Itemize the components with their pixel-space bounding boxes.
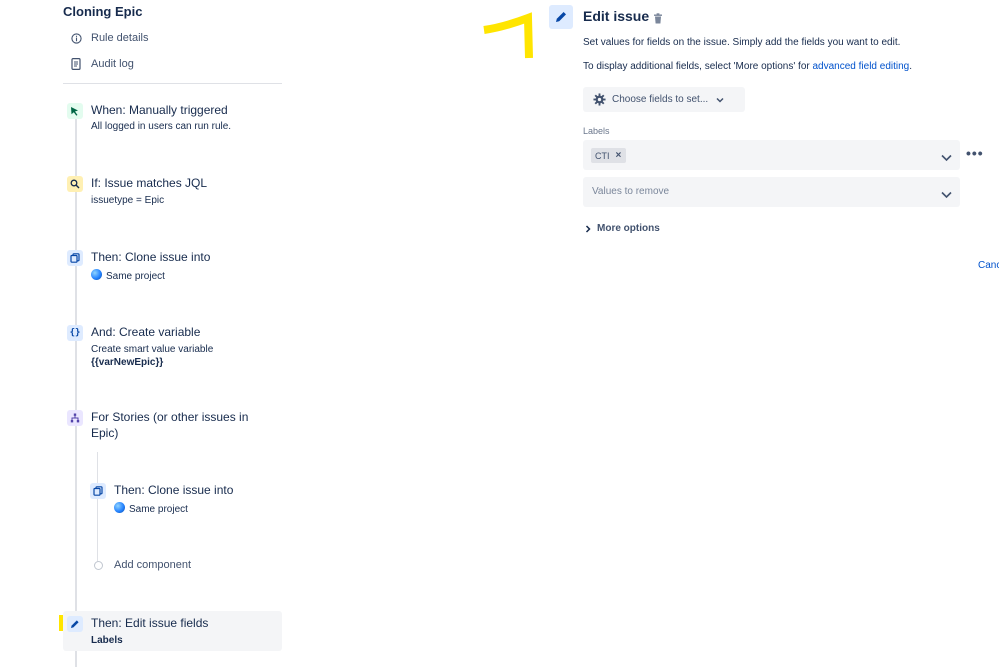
gear-icon <box>593 93 606 106</box>
clone-icon <box>90 483 106 499</box>
step-branch[interactable]: For Stories (or other issues in Epic) <box>67 410 277 444</box>
info-icon <box>70 32 82 44</box>
trash-icon[interactable] <box>653 11 663 29</box>
step-create-variable-sub: Create smart value variable <box>91 344 214 355</box>
add-component-button[interactable]: Add component <box>94 559 191 571</box>
more-actions-icon[interactable]: ••• <box>966 145 984 161</box>
step-branch-clone-issue-sub: Same project <box>114 502 188 515</box>
pencil-icon <box>549 5 573 29</box>
values-to-remove-placeholder: Values to remove <box>592 186 670 197</box>
step-clone-issue-title: Then: Clone issue into <box>91 250 211 264</box>
project-name: Same project <box>129 504 188 515</box>
chevron-down-icon[interactable] <box>941 149 952 167</box>
advanced-hint-suffix: . <box>909 61 913 72</box>
nav-audit-log-label: Audit log <box>91 58 134 70</box>
nav-audit-log[interactable]: Audit log <box>70 58 134 70</box>
step-create-variable-title: And: Create variable <box>91 325 201 339</box>
step-branch-title-line1: For Stories (or other issues in <box>91 410 249 424</box>
more-options-label: More options <box>597 223 660 234</box>
add-component-dot <box>94 560 103 570</box>
step-edit-issue-fields[interactable]: Then: Edit issue fields Labels <box>67 616 277 650</box>
rule-title: Cloning Epic <box>63 4 143 19</box>
project-avatar <box>91 269 102 280</box>
step-create-variable-name: {{varNewEpic}} <box>91 357 164 368</box>
labels-field-label: Labels <box>583 126 610 136</box>
step-create-variable[interactable]: {} And: Create variable Create smart val… <box>67 325 277 371</box>
step-condition-sub: issuetype = Epic <box>91 195 165 206</box>
clone-icon <box>67 250 83 266</box>
project-avatar <box>114 502 125 513</box>
label-tag-text: CTI <box>595 150 610 161</box>
step-edit-issue-fields-sub: Labels <box>91 635 123 646</box>
choose-fields-button[interactable]: Choose fields to set... <box>583 87 745 112</box>
chevron-down-icon[interactable] <box>941 186 952 204</box>
chevron-right-icon <box>585 224 591 233</box>
values-to-remove-select[interactable]: Values to remove <box>583 177 960 207</box>
advanced-hint-text: To display additional fields, select 'Mo… <box>583 61 813 72</box>
chevron-down-icon <box>716 97 724 103</box>
highlight-marker <box>59 615 63 631</box>
step-edit-issue-fields-title: Then: Edit issue fields <box>91 616 209 630</box>
step-trigger[interactable]: When: Manually triggered All logged in u… <box>67 103 277 137</box>
label-tag: CTI × <box>591 148 627 163</box>
step-condition[interactable]: If: Issue matches JQL issuetype = Epic <box>67 176 277 210</box>
nav-rule-details-label: Rule details <box>91 32 149 44</box>
choose-fields-label: Choose fields to set... <box>612 94 709 105</box>
sidebar-divider <box>63 83 282 84</box>
editor-advanced-hint: To display additional fields, select 'Mo… <box>583 61 912 72</box>
yellow-arrow-annotation <box>483 12 533 59</box>
remove-tag-icon[interactable]: × <box>616 150 622 161</box>
project-name: Same project <box>106 271 165 282</box>
step-trigger-sub: All logged in users can run rule. <box>91 121 232 132</box>
cursor-icon <box>67 103 83 119</box>
editor-title: Edit issue <box>583 8 650 24</box>
step-branch-clone-issue[interactable]: Then: Clone issue into Same project <box>90 483 280 517</box>
step-branch-title-line2: Epic) <box>91 426 119 440</box>
step-clone-issue-sub: Same project <box>91 269 165 282</box>
add-component-label: Add component <box>114 559 192 571</box>
step-clone-issue[interactable]: Then: Clone issue into Same project <box>67 250 277 284</box>
pencil-icon <box>67 616 83 632</box>
search-icon <box>67 176 83 192</box>
step-condition-title: If: Issue matches JQL <box>91 176 208 190</box>
step-branch-clone-issue-title: Then: Clone issue into <box>114 483 234 497</box>
more-options-toggle[interactable]: More options <box>585 223 660 234</box>
rule-sidebar: Cloning Epic Rule details Audit log When… <box>0 0 290 667</box>
branch-icon <box>67 410 83 426</box>
nav-rule-details[interactable]: Rule details <box>70 32 148 44</box>
braces-icon: {} <box>67 325 83 341</box>
labels-select[interactable]: CTI × <box>583 140 960 170</box>
document-icon <box>70 58 82 70</box>
editor-description: Set values for fields on the issue. Simp… <box>583 37 901 48</box>
cancel-button[interactable]: Cancel <box>978 260 999 271</box>
step-trigger-title: When: Manually triggered <box>91 103 228 117</box>
advanced-field-editing-link[interactable]: advanced field editing <box>813 61 910 72</box>
